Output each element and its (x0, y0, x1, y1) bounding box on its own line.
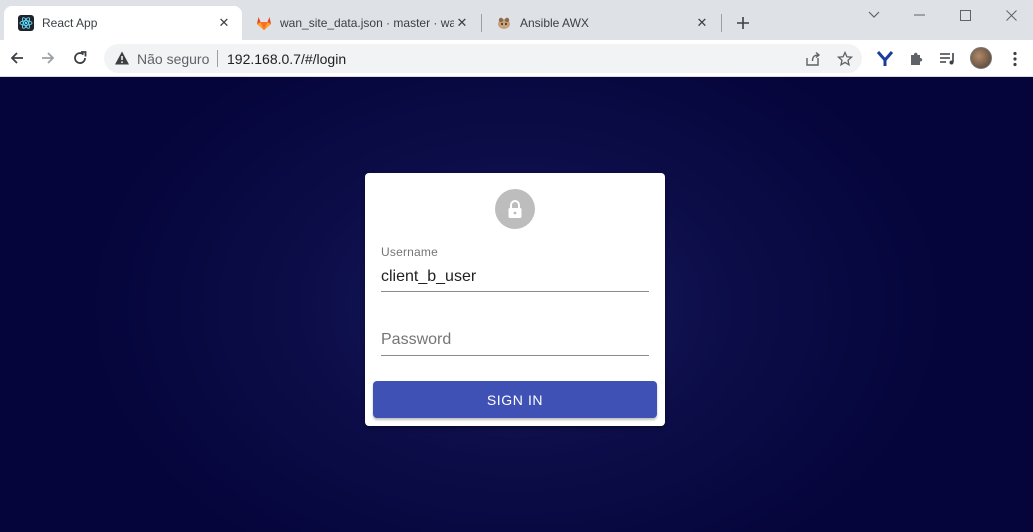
tab-react-app[interactable]: React App ✕ (4, 6, 242, 40)
tab-title: wan_site_data.json · master · wan (280, 16, 454, 30)
share-icon[interactable] (804, 50, 822, 68)
password-underline (381, 355, 649, 356)
extensions-puzzle-icon[interactable] (906, 49, 926, 69)
password-field[interactable]: Password (381, 328, 649, 358)
more-menu-icon[interactable] (1005, 49, 1025, 69)
username-input[interactable]: client_b_user (381, 268, 476, 286)
sign-in-button[interactable]: SIGN IN (373, 381, 657, 418)
tab-gitlab[interactable]: wan_site_data.json · master · wan ✕ (242, 6, 480, 40)
bookmark-star-icon[interactable] (836, 50, 854, 68)
close-icon[interactable]: ✕ (694, 15, 710, 31)
address-bar[interactable]: Não seguro 192.168.0.7/#/login (104, 44, 862, 73)
browser-toolbar: Não seguro 192.168.0.7/#/login (0, 40, 1033, 77)
tab-ansible-awx[interactable]: Ansible AWX ✕ (482, 6, 720, 40)
tab-search-chevron-icon[interactable] (851, 0, 897, 30)
minimize-button[interactable] (896, 0, 942, 30)
address-divider (217, 50, 218, 67)
close-window-button[interactable] (988, 0, 1033, 30)
username-field[interactable]: Username client_b_user (381, 243, 649, 293)
password-input[interactable]: Password (381, 331, 451, 349)
maximize-button[interactable] (942, 0, 988, 30)
close-icon[interactable]: ✕ (454, 15, 470, 31)
forward-button[interactable] (35, 45, 61, 71)
security-status[interactable]: Não seguro (137, 51, 209, 67)
username-underline (381, 291, 649, 292)
gitlab-icon (256, 15, 272, 31)
tab-separator (721, 14, 722, 32)
awx-icon (496, 15, 512, 31)
new-tab-button[interactable] (731, 11, 755, 35)
react-icon (18, 15, 34, 31)
url-text[interactable]: 192.168.0.7/#/login (227, 51, 346, 67)
lock-icon (495, 189, 535, 229)
media-queue-icon[interactable] (938, 49, 958, 69)
username-label: Username (381, 245, 438, 259)
page-viewport: Username client_b_user Password SIGN IN (0, 77, 1033, 532)
close-icon[interactable]: ✕ (216, 15, 232, 31)
back-button[interactable] (4, 45, 30, 71)
tab-title: React App (42, 16, 98, 30)
reload-button[interactable] (67, 45, 93, 71)
profile-avatar[interactable] (970, 47, 992, 69)
tab-title: Ansible AWX (520, 16, 589, 30)
tab-strip: React App ✕ wan_site_data.json · master … (0, 0, 1033, 40)
extension-y-icon[interactable] (875, 49, 895, 69)
warning-icon[interactable] (114, 50, 130, 66)
login-card: Username client_b_user Password SIGN IN (365, 173, 665, 426)
